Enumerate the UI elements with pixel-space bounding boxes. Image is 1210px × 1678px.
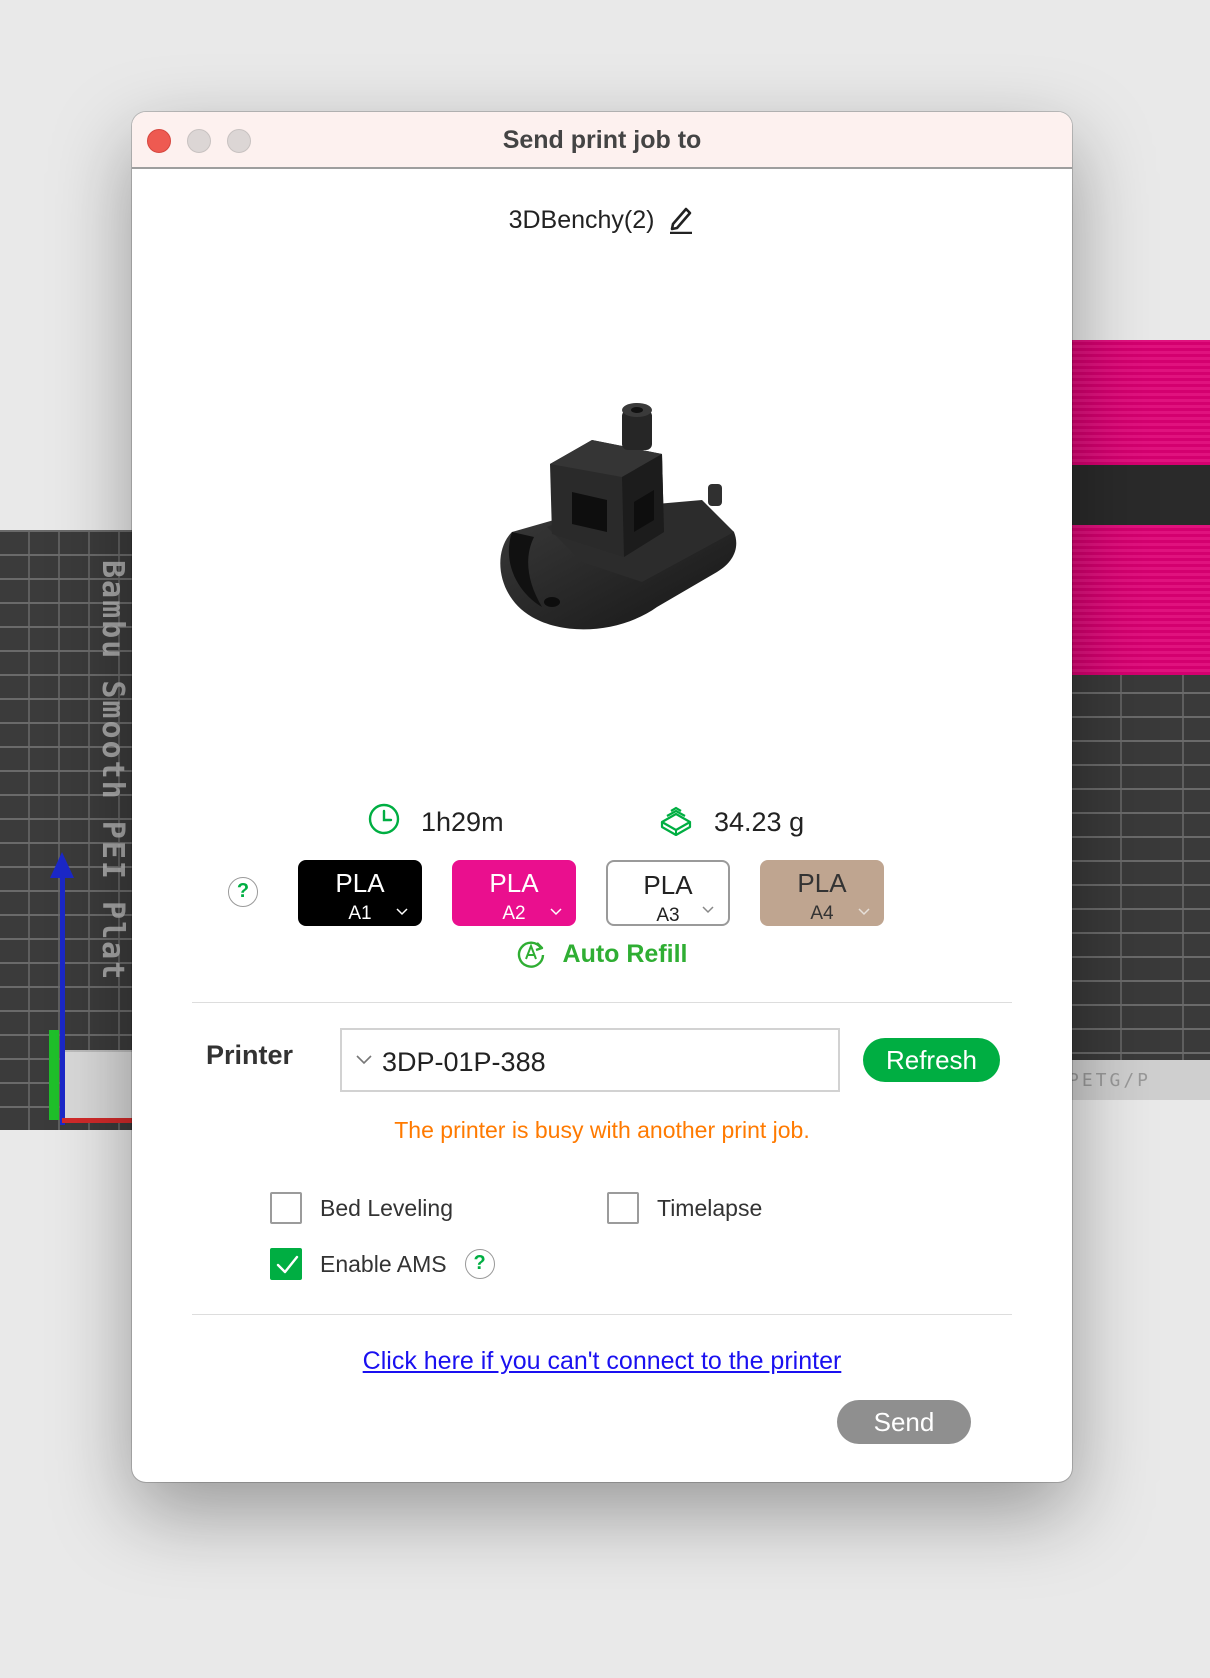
print-stats-row: 1h29m 34.23 g xyxy=(132,802,1072,842)
filament-weight-value: 34.23 g xyxy=(714,807,805,837)
auto-refill-link[interactable]: Auto Refill xyxy=(132,938,1072,975)
timelapse-label: Timelapse xyxy=(657,1194,763,1221)
background-model-magenta-mid xyxy=(1060,525,1210,675)
axis-z-arrow xyxy=(60,860,65,1125)
connection-help-link[interactable]: Click here if you can't connect to the p… xyxy=(132,1347,1072,1376)
axis-y-arrow xyxy=(49,1030,59,1120)
checkmark-icon xyxy=(276,1255,299,1274)
chevron-down-icon xyxy=(858,908,870,916)
filament-weight-stat: 34.23 g xyxy=(658,802,804,843)
auto-refill-icon xyxy=(516,938,546,975)
refresh-button[interactable]: Refresh xyxy=(863,1038,1000,1082)
background-right-plate-edge: PETG/P xyxy=(1060,1060,1210,1100)
section-divider xyxy=(192,1002,1012,1003)
enable-ams-checkbox[interactable] xyxy=(270,1248,302,1280)
ams-help-icon[interactable]: ? xyxy=(464,1249,495,1279)
send-button[interactable]: Send xyxy=(837,1400,971,1444)
print-time-value: 1h29m xyxy=(421,807,504,837)
filament-slot-a3[interactable]: PLA A3 xyxy=(606,860,730,926)
bed-leveling-option[interactable]: Bed Leveling xyxy=(270,1192,453,1224)
filament-help-icon[interactable]: ? xyxy=(228,877,258,907)
chevron-down-icon xyxy=(550,908,562,916)
bed-leveling-label: Bed Leveling xyxy=(320,1194,453,1221)
dialog-title: Send print job to xyxy=(502,126,702,154)
bed-leveling-checkbox[interactable] xyxy=(270,1192,302,1224)
timelapse-checkbox[interactable] xyxy=(607,1192,639,1224)
chevron-down-icon xyxy=(702,906,714,914)
section-divider xyxy=(192,1314,1012,1315)
axis-x-arrow xyxy=(62,1118,142,1123)
model-preview-image xyxy=(472,392,762,652)
timelapse-option[interactable]: Timelapse xyxy=(607,1192,762,1224)
filament-type-label: PLA xyxy=(797,868,847,898)
printer-select[interactable]: 3DP-01P-388 xyxy=(340,1028,840,1092)
printer-select-value: 3DP-01P-388 xyxy=(382,1047,546,1077)
print-time-stat: 1h29m xyxy=(367,802,504,843)
filament-slot-a2[interactable]: PLA A2 xyxy=(452,860,576,926)
filament-type-label: PLA xyxy=(335,868,385,898)
chevron-down-icon xyxy=(396,908,408,916)
send-print-job-dialog: Send print job to 3DBenchy(2) 1h29m 34.2… xyxy=(132,112,1072,1482)
job-name: 3DBenchy(2) xyxy=(508,206,655,234)
printer-busy-warning: The printer is busy with another print j… xyxy=(394,1117,810,1143)
background-model-magenta-top xyxy=(1060,340,1210,465)
filament-slot-a4[interactable]: PLA A4 xyxy=(760,860,884,926)
edit-pencil-icon[interactable] xyxy=(667,204,695,241)
filament-type-label: PLA xyxy=(643,870,693,900)
filament-slot-a1[interactable]: PLA A1 xyxy=(298,860,422,926)
background-model-dark-band xyxy=(1060,465,1210,525)
clock-icon xyxy=(367,802,401,843)
filament-type-label: PLA xyxy=(489,868,539,898)
printer-label: Printer xyxy=(206,1040,294,1070)
enable-ams-label: Enable AMS xyxy=(320,1250,447,1277)
job-name-row: 3DBenchy(2) xyxy=(132,204,1072,241)
filament-spool-icon xyxy=(658,802,694,843)
auto-refill-label: Auto Refill xyxy=(562,940,688,968)
dialog-titlebar: Send print job to xyxy=(132,112,1072,169)
enable-ams-option[interactable]: Enable AMS ? xyxy=(270,1248,495,1280)
axis-z-arrowhead xyxy=(50,852,74,878)
chevron-down-icon xyxy=(356,1055,372,1065)
